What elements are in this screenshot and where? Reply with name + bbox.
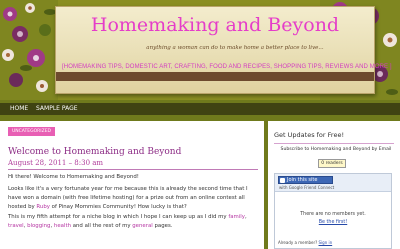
general-link[interactable]: general [132, 223, 153, 229]
flower-decoration-left [0, 0, 58, 100]
travel-link[interactable]: travel [8, 223, 24, 229]
friend-connect-widget: Join this site with Google Friend Connec… [274, 173, 392, 249]
widget-divider [274, 143, 394, 144]
header-banner: Homemaking and Beyond anything a woman c… [0, 0, 400, 100]
post-text: This is my fifth attempt for a niche blo… [8, 214, 229, 220]
no-members-text: There are no members yet. [300, 212, 366, 217]
site-tagline: anything a woman can do to make home a b… [146, 45, 324, 51]
readers-badge[interactable]: 0 readers [318, 159, 346, 168]
sign-in-link[interactable]: Sign in [319, 240, 333, 245]
post-text: and all the rest of my [71, 223, 133, 229]
health-link[interactable]: health [54, 223, 71, 229]
ruby-link[interactable]: Ruby [36, 204, 50, 210]
post-text: pages. [152, 223, 173, 229]
post-paragraph: Looks like it's a very fortunate year fo… [8, 185, 260, 212]
friend-connect-provider: with Google Friend Connect [279, 185, 335, 190]
post-paragraph: This is my fifth attempt for a niche blo… [8, 213, 260, 231]
blogging-link[interactable]: blogging [27, 223, 50, 229]
join-site-button[interactable]: Join this site [278, 176, 333, 184]
post-text: , [244, 214, 247, 220]
post-divider [8, 169, 258, 170]
be-first-link[interactable]: Be the first! [275, 220, 391, 225]
friend-connect-header: Join this site with Google Friend Connec… [275, 174, 391, 192]
site-title[interactable]: Homemaking and Beyond [85, 14, 345, 36]
widget-title: Get Updates for Free! [274, 131, 345, 139]
brown-ribbon [56, 72, 374, 81]
google-icon [280, 178, 285, 183]
nav-item-home[interactable]: HOME [10, 104, 28, 114]
sidebar: Get Updates for Free! Subscribe to Homem… [268, 121, 400, 249]
blog-post: UNCATEGORIZED Welcome to Homemaking and … [0, 121, 264, 249]
post-greeting: Hi there! Welcome to Homemaking and Beyo… [8, 174, 139, 180]
join-site-label: Join this site [287, 177, 318, 183]
nav-item-sample-page[interactable]: SAMPLE PAGE [36, 104, 78, 114]
category-label[interactable]: UNCATEGORIZED [8, 127, 55, 136]
post-date: August 28, 2011 – 8:30 am [8, 159, 104, 167]
already-member-text: Already a member? Sign in [278, 240, 332, 245]
nav-bar: HOME SAMPLE PAGE [0, 103, 400, 115]
already-member-label: Already a member? [278, 240, 319, 245]
subscribe-link[interactable]: Subscribe to Homemaking and Beyond by Em… [274, 147, 398, 153]
post-text: of Pinay Mommies Community! How lucky is… [49, 204, 187, 210]
family-link[interactable]: family [228, 214, 245, 220]
post-title[interactable]: Welcome to Homemaking and Beyond [8, 147, 181, 157]
site-categories: [HOMEMAKING TIPS, DOMESTIC ART, CRAFTING… [62, 64, 392, 70]
